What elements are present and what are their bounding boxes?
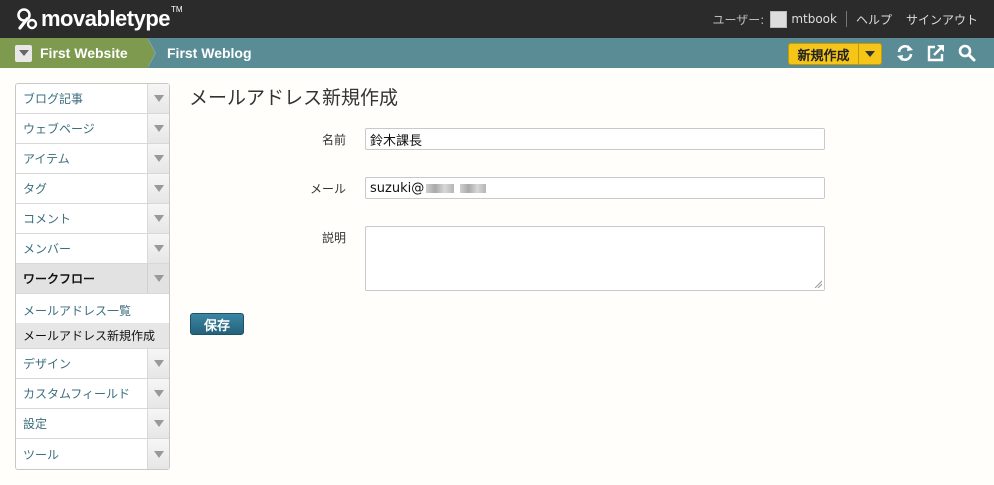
sidebar-item-assets[interactable]: アイテム <box>16 144 169 174</box>
sidebar-expand-toggle[interactable] <box>147 409 169 438</box>
sidebar-expand-toggle[interactable] <box>147 439 169 469</box>
new-create-button[interactable]: 新規作成 <box>788 43 882 65</box>
signout-link[interactable]: サインアウト <box>906 11 978 28</box>
context-navbar: First Website First Weblog 新規作成 <box>0 38 994 68</box>
sidebar-item-label[interactable]: デザイン <box>16 349 147 378</box>
blog-crumb[interactable]: First Weblog <box>167 38 252 68</box>
sidebar-item-settings[interactable]: 設定 <box>16 409 169 439</box>
sidebar-expand-toggle[interactable] <box>147 349 169 378</box>
mail-input-value: suzuki@ <box>370 180 425 196</box>
chevron-down-icon <box>153 125 164 132</box>
chevron-down-icon <box>153 450 164 458</box>
search-icon[interactable] <box>958 44 976 62</box>
chevron-down-icon <box>153 215 164 222</box>
sidebar-item-label[interactable]: メンバー <box>16 234 147 263</box>
resize-grip-icon[interactable] <box>814 280 822 288</box>
wrench-logo-icon <box>17 8 38 30</box>
sidebar-item-label[interactable]: アイテム <box>16 144 147 173</box>
workflow-submenu: メールアドレス一覧 メールアドレス新規作成 <box>16 294 169 349</box>
logo-trademark: TM <box>171 4 183 14</box>
sidebar-item-label[interactable]: コメント <box>16 204 147 233</box>
sidebar-item-comments[interactable]: コメント <box>16 204 169 234</box>
sidebar-item-design[interactable]: デザイン <box>16 349 169 379</box>
movabletype-logo[interactable]: movabletype TM <box>16 4 183 32</box>
name-label: 名前 <box>321 133 346 147</box>
sidebar-expand-toggle[interactable] <box>147 84 169 113</box>
user-label: ユーザー: <box>712 12 765 27</box>
chevron-down-icon <box>153 390 164 397</box>
submenu-item-email-list[interactable]: メールアドレス一覧 <box>16 298 169 323</box>
sidebar-item-label[interactable]: カスタムフィールド <box>16 379 147 408</box>
chevron-down-icon <box>153 155 164 162</box>
user-area: ユーザー: mtbook ヘルプ サインアウト <box>712 0 978 38</box>
sidebar-item-label[interactable]: 設定 <box>16 409 147 438</box>
refresh-icon[interactable] <box>896 44 914 62</box>
sidebar-item-label[interactable]: ブログ記事 <box>16 84 147 113</box>
sidebar-expand-toggle[interactable] <box>147 174 169 203</box>
chevron-down-icon <box>153 95 164 102</box>
name-input[interactable]: 鈴木課長 <box>365 128 825 150</box>
sidebar-item-tags[interactable]: タグ <box>16 174 169 204</box>
chevron-down-icon <box>153 185 164 192</box>
help-link[interactable]: ヘルプ <box>856 11 892 28</box>
sidebar-item-pages[interactable]: ウェブページ <box>16 114 169 144</box>
external-link-icon[interactable] <box>927 44 945 62</box>
sidebar-menu: ブログ記事 ウェブページ アイテム タグ コメント メンバー ワークフロー メー… <box>15 83 170 470</box>
sidebar-expand-toggle[interactable] <box>147 114 169 143</box>
website-crumb-label: First Website <box>40 45 128 61</box>
name-input-value: 鈴木課長 <box>370 133 423 149</box>
chevron-down-icon <box>153 420 164 427</box>
website-dropdown-icon[interactable] <box>15 44 32 62</box>
submenu-item-email-new[interactable]: メールアドレス新規作成 <box>16 323 169 348</box>
redacted-tld <box>460 183 487 193</box>
mail-input[interactable]: suzuki@ <box>365 177 825 199</box>
description-textarea[interactable] <box>365 226 825 291</box>
sidebar-item-tools[interactable]: ツール <box>16 439 169 469</box>
sidebar-expand-toggle[interactable] <box>147 379 169 408</box>
save-button[interactable]: 保存 <box>190 313 244 335</box>
sidebar-item-label[interactable]: ワークフロー <box>16 264 147 293</box>
user-avatar[interactable] <box>770 10 788 28</box>
mail-label: メール <box>309 182 346 196</box>
header-divider <box>845 11 847 27</box>
description-label: 説明 <box>321 231 346 245</box>
logo-text: movabletype <box>41 6 171 31</box>
sidebar-item-label[interactable]: ウェブページ <box>16 114 147 143</box>
sidebar-expand-toggle[interactable] <box>147 264 169 293</box>
chevron-down-icon <box>865 51 875 57</box>
new-create-dropdown[interactable] <box>859 44 881 64</box>
sidebar-expand-toggle[interactable] <box>147 204 169 233</box>
sidebar-item-custom-fields[interactable]: カスタムフィールド <box>16 379 169 409</box>
chevron-down-icon <box>153 275 164 282</box>
sidebar-expand-toggle[interactable] <box>147 234 169 263</box>
chevron-down-icon <box>153 360 164 367</box>
user-name-link[interactable]: mtbook <box>791 12 837 26</box>
page-title: メールアドレス新規作成 <box>189 87 399 109</box>
sidebar-item-members[interactable]: メンバー <box>16 234 169 264</box>
sidebar-item-label[interactable]: タグ <box>16 174 147 203</box>
top-header: movabletype TM ユーザー: mtbook ヘルプ サインアウト <box>0 0 994 38</box>
website-crumb[interactable]: First Website <box>0 38 147 68</box>
crumb-arrow <box>147 38 155 68</box>
sidebar-item-label[interactable]: ツール <box>16 439 147 469</box>
sidebar-item-entries[interactable]: ブログ記事 <box>16 84 169 114</box>
redacted-domain <box>426 183 455 193</box>
chevron-down-icon <box>153 245 164 252</box>
new-create-label[interactable]: 新規作成 <box>789 44 859 64</box>
sidebar-item-workflow[interactable]: ワークフロー <box>16 264 169 294</box>
sidebar-expand-toggle[interactable] <box>147 144 169 173</box>
